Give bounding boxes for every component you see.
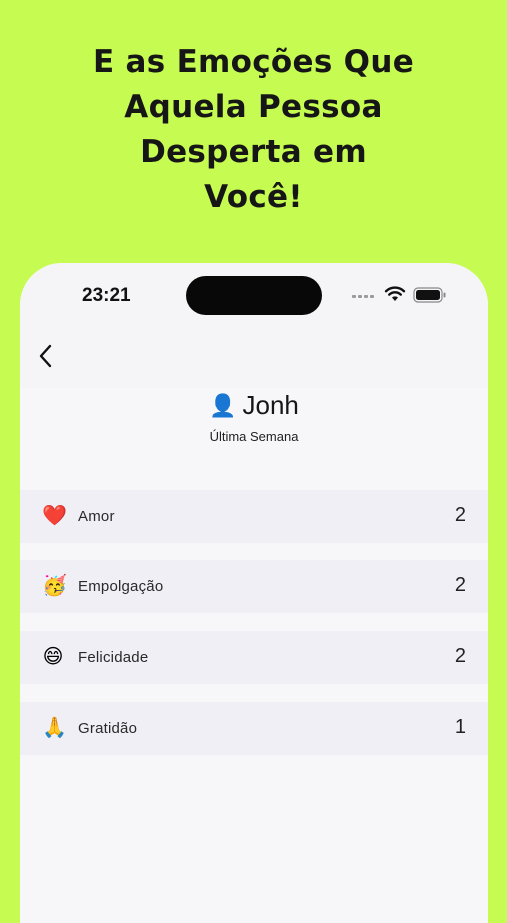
period-label: Última Semana bbox=[209, 429, 299, 444]
promo-headline: E as Emoções Que Aquela Pessoa Desperta … bbox=[0, 40, 507, 220]
emotion-label: Gratidão bbox=[78, 720, 138, 737]
folded-hands-icon: 🙏 bbox=[42, 717, 67, 739]
headline-line-3: Desperta em bbox=[140, 134, 367, 170]
emotion-row-gratidao[interactable]: 🙏 Gratidão 1 bbox=[20, 702, 488, 755]
back-button[interactable] bbox=[38, 343, 62, 373]
status-time: 23:21 bbox=[82, 285, 131, 306]
wifi-icon bbox=[384, 286, 406, 301]
party-face-icon: 🥳 bbox=[42, 575, 67, 597]
person-name: Jonh bbox=[242, 390, 299, 420]
emotion-label: Felicidade bbox=[78, 649, 149, 666]
dynamic-island bbox=[186, 276, 322, 315]
emotion-count: 1 bbox=[454, 716, 466, 738]
emotion-row-felicidade[interactable]: 😄 Felicidade 2 bbox=[20, 631, 488, 684]
emotion-count: 2 bbox=[454, 574, 466, 596]
status-bar: 23:21 bbox=[20, 263, 488, 323]
person-silhouette-icon: 👤 bbox=[209, 393, 237, 418]
emotion-row-amor[interactable]: ❤️ Amor 2 bbox=[20, 490, 488, 543]
headline-line-4: Você! bbox=[204, 179, 303, 215]
battery-icon bbox=[413, 287, 446, 303]
phone-screen: 23:21 👤 Jonh Última Semana ❤️ Amor 2 🥳 Em… bbox=[20, 263, 488, 923]
cellular-signal-icon bbox=[352, 295, 374, 298]
grinning-face-icon: 😄 bbox=[42, 646, 64, 668]
emotion-count: 2 bbox=[454, 645, 466, 667]
emotion-row-empolgacao[interactable]: 🥳 Empolgação 2 bbox=[20, 560, 488, 613]
emotion-label: Empolgação bbox=[78, 578, 164, 595]
person-header: 👤 Jonh bbox=[20, 390, 488, 421]
headline-line-1: E as Emoções Que bbox=[92, 44, 415, 80]
emotion-count: 2 bbox=[454, 504, 466, 526]
chevron-left-icon bbox=[39, 344, 52, 368]
emotion-label: Amor bbox=[78, 508, 115, 525]
headline-line-2: Aquela Pessoa bbox=[124, 89, 383, 125]
navigation-bar bbox=[20, 323, 488, 388]
red-heart-icon: ❤️ bbox=[42, 505, 67, 527]
